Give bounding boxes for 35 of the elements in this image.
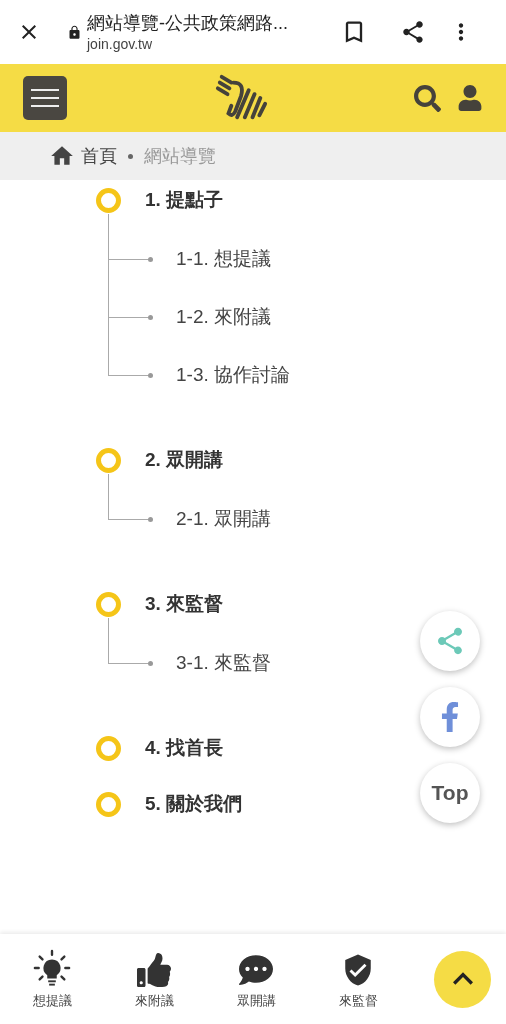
lightbulb-icon — [33, 949, 71, 988]
section-link[interactable]: 3. 來監督 — [145, 589, 224, 619]
facebook-button[interactable] — [420, 687, 480, 747]
section-marker-icon — [96, 735, 121, 761]
section-marker-icon — [96, 591, 121, 617]
thumbs-up-icon — [137, 953, 171, 988]
chat-bubble-icon — [239, 953, 273, 988]
top-button[interactable]: Top — [420, 763, 480, 823]
search-icon[interactable] — [414, 84, 441, 112]
section-marker-icon — [96, 187, 121, 213]
subsection-link[interactable]: 1-1. 想提議 — [176, 244, 272, 274]
page-title: 網站導覽-公共政策網路... — [87, 12, 289, 35]
section-marker-icon — [96, 791, 121, 817]
section-link[interactable]: 4. 找首長 — [145, 733, 224, 763]
nav-item[interactable]: 眾開講 — [205, 947, 307, 1011]
menu-button[interactable] — [23, 76, 67, 120]
page-url: join.gov.tw — [87, 35, 154, 53]
lock-icon — [67, 24, 82, 40]
nav-item[interactable]: 想提議 — [1, 947, 103, 1011]
breadcrumb-current: 網站導覽 — [144, 144, 216, 168]
breadcrumb-link[interactable]: 首頁 — [81, 142, 117, 170]
user-icon[interactable] — [457, 85, 483, 111]
section-link[interactable]: 2. 眾開講 — [145, 445, 224, 475]
scroll-up-button[interactable] — [434, 950, 491, 1008]
section-link[interactable]: 5. 關於我們 — [145, 789, 243, 819]
subsection-link[interactable]: 1-3. 協作討論 — [176, 360, 291, 390]
nav-item[interactable]: 來附議 — [103, 947, 205, 1011]
subsection-link[interactable]: 3-1. 來監督 — [176, 648, 272, 678]
logo-icon[interactable] — [213, 74, 268, 122]
subsection-link[interactable]: 2-1. 眾開講 — [176, 504, 272, 534]
section-link[interactable]: 1. 提點子 — [145, 185, 224, 215]
nav-item[interactable]: 來監督 — [307, 947, 409, 1011]
subsection-link[interactable]: 1-2. 來附議 — [176, 302, 272, 332]
share-icon[interactable] — [400, 19, 426, 45]
section-marker-icon — [96, 447, 121, 473]
